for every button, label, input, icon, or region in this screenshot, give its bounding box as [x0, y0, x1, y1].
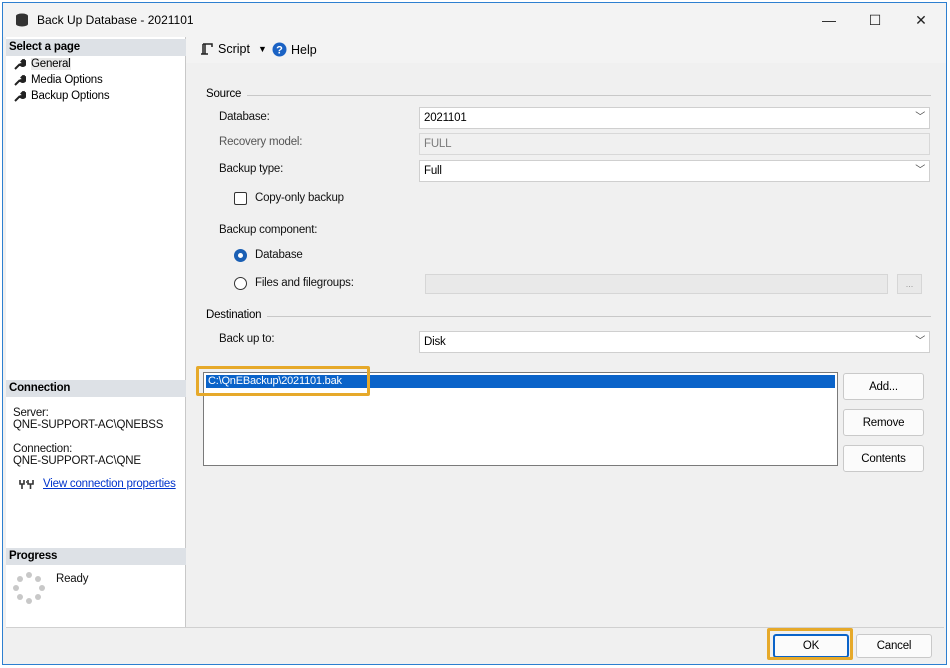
component-database-radio[interactable] [234, 249, 247, 262]
recovery-model-label: Recovery model: [219, 136, 303, 148]
component-database-label: Database [255, 249, 303, 261]
server-value: QNE-SUPPORT-AC\QNEBSS [13, 419, 164, 431]
script-icon [201, 43, 213, 55]
wrench-icon [14, 58, 26, 70]
add-button[interactable]: Add... [843, 373, 924, 400]
database-icon [16, 13, 28, 27]
server-label: Server: [13, 407, 49, 419]
files-filegroups-field [425, 274, 888, 294]
sidebar-item-media-options[interactable]: Media Options [14, 72, 103, 88]
progress-header: Progress [6, 548, 186, 565]
script-label: Script [218, 42, 250, 56]
toolbar: Script ▼ ? Help [186, 37, 946, 63]
sidebar-item-general[interactable]: General [14, 56, 71, 72]
sidebar-item-label: Backup Options [31, 90, 110, 102]
wrench-icon [14, 74, 26, 86]
help-label: Help [291, 42, 317, 57]
sidebar-item-backup-options[interactable]: Backup Options [14, 88, 110, 104]
backup-type-label: Backup type: [219, 163, 284, 175]
chevron-down-icon: ﹀ [915, 112, 925, 123]
source-group-label: Source [206, 88, 242, 100]
component-files-label: Files and filegroups: [255, 277, 354, 289]
minimize-button[interactable]: — [806, 3, 852, 37]
connection-label: Connection: [13, 443, 73, 455]
recovery-model-field: FULL [419, 133, 930, 155]
files-browse-button: ... [897, 274, 922, 294]
sidebar-item-label: General [31, 58, 71, 70]
view-connection-properties-link[interactable]: View connection properties [43, 478, 176, 490]
backup-to-value: Disk [424, 336, 446, 348]
cancel-button[interactable]: Cancel [856, 634, 932, 658]
backup-type-value: Full [424, 165, 442, 177]
wrench-icon [14, 90, 26, 102]
path-highlight [196, 366, 370, 396]
database-select[interactable]: 2021101 ﹀ [419, 107, 930, 129]
sidebar-item-label: Media Options [31, 74, 103, 86]
backup-component-label: Backup component: [219, 224, 318, 236]
backup-type-select[interactable]: Full ﹀ [419, 160, 930, 182]
backup-dialog-window: Back Up Database - 2021101 — ☐ ✕ Select … [2, 2, 947, 665]
chevron-down-icon: ﹀ [915, 336, 925, 347]
chevron-down-icon: ﹀ [915, 165, 925, 176]
window-title: Back Up Database - 2021101 [37, 13, 194, 27]
connection-header: Connection [6, 380, 186, 397]
chevron-down-icon[interactable]: ▼ [258, 44, 267, 54]
svg-text:?: ? [276, 45, 283, 57]
help-button[interactable]: ? Help [272, 42, 317, 57]
backup-to-select[interactable]: Disk ﹀ [419, 331, 930, 353]
sidebar: Select a page General Media Options Back… [6, 37, 186, 627]
database-value: 2021101 [424, 112, 467, 124]
copy-only-label: Copy-only backup [255, 192, 344, 204]
select-page-header: Select a page [6, 39, 186, 56]
contents-button[interactable]: Contents [843, 445, 924, 472]
database-label: Database: [219, 111, 270, 123]
connection-value: QNE-SUPPORT-AC\QNE [13, 455, 141, 467]
help-icon: ? [272, 42, 287, 57]
connection-properties-icon [19, 480, 34, 489]
backup-to-label: Back up to: [219, 333, 275, 345]
progress-status: Ready [56, 573, 89, 585]
maximize-button[interactable]: ☐ [852, 3, 898, 37]
destination-group-label: Destination [206, 309, 262, 321]
progress-spinner-icon [13, 572, 45, 604]
destination-divider [267, 316, 931, 317]
close-button[interactable]: ✕ [898, 3, 944, 37]
copy-only-checkbox[interactable] [234, 192, 247, 205]
script-button[interactable]: Script ▼ [200, 42, 267, 56]
source-divider [247, 95, 931, 96]
title-bar: Back Up Database - 2021101 — ☐ ✕ [3, 3, 946, 37]
component-files-radio[interactable] [234, 277, 247, 290]
remove-button[interactable]: Remove [843, 409, 924, 436]
ok-highlight [767, 628, 853, 660]
